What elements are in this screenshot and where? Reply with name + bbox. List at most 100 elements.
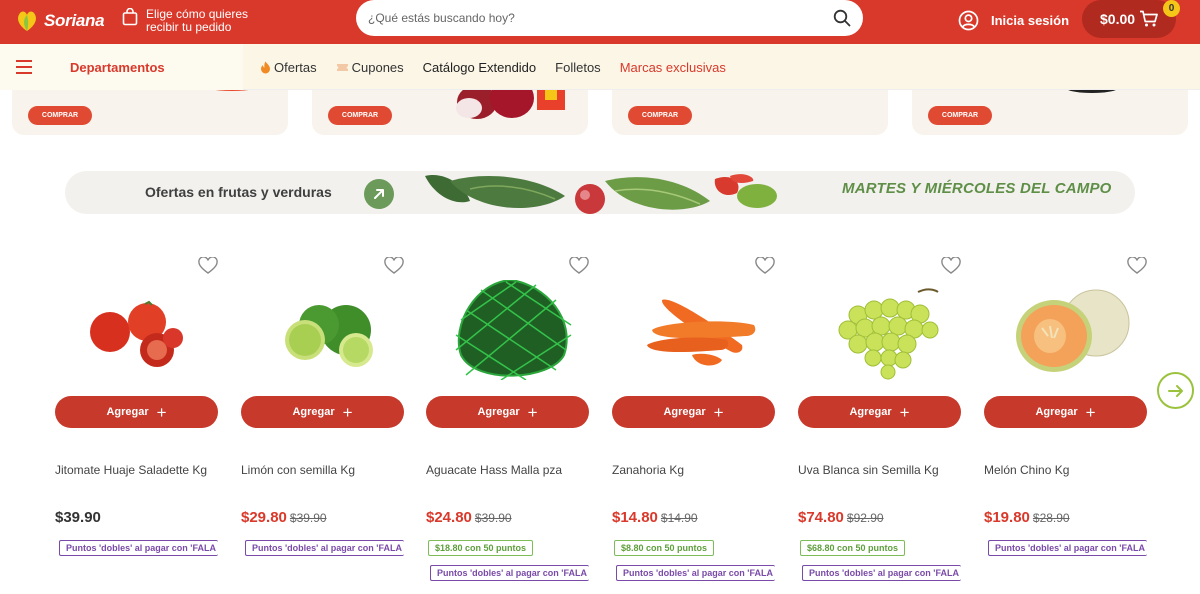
price-row: $29.80 $39.90	[241, 509, 327, 526]
login-button[interactable]: Inicia sesión	[958, 10, 1069, 31]
product-card[interactable]: Agregar + Limón con semilla Kg $29.80 $39…	[241, 250, 404, 594]
nav-link-ofertas-label: Ofertas	[274, 60, 317, 75]
add-to-cart-label: Agregar	[292, 406, 335, 418]
promo-card-image	[215, 90, 249, 91]
coupon-icon	[336, 64, 348, 71]
add-to-cart-label: Agregar	[106, 406, 149, 418]
comprar-button[interactable]: COMPRAR	[328, 106, 392, 125]
arrow-up-right-icon	[374, 189, 384, 199]
add-to-cart-button[interactable]: Agregar +	[55, 396, 218, 428]
soriana-logo-icon	[18, 11, 36, 31]
nav-link-marcas[interactable]: Marcas exclusivas	[620, 60, 726, 75]
nav-link-cupones-label: Cupones	[351, 60, 404, 75]
plus-icon: +	[899, 402, 910, 422]
product-name[interactable]: Melón Chino Kg	[984, 463, 1069, 477]
search-icon[interactable]	[833, 9, 851, 27]
heart-icon[interactable]	[384, 257, 404, 275]
comprar-button[interactable]: COMPRAR	[628, 106, 692, 125]
promo-card[interactable]: COMPRAR	[312, 90, 588, 135]
product-price: $19.80	[984, 509, 1030, 526]
add-to-cart-button[interactable]: Agregar +	[426, 396, 589, 428]
add-to-cart-button[interactable]: Agregar +	[612, 396, 775, 428]
comprar-button[interactable]: COMPRAR	[28, 106, 92, 125]
banner-title: Ofertas en frutas y verduras	[145, 184, 332, 200]
double-points-tag: Puntos 'dobles' al pagar con 'FALA	[988, 540, 1147, 556]
heart-icon[interactable]	[941, 257, 961, 275]
user-icon	[958, 10, 979, 31]
promo-card[interactable]: COMPRAR	[612, 90, 888, 135]
hamburger-menu-icon[interactable]	[16, 60, 32, 74]
price-row: $74.80 $92.90	[798, 509, 884, 526]
plus-icon: +	[156, 402, 167, 422]
departments-menu[interactable]: Departamentos	[0, 44, 243, 90]
nav-link-catalogo[interactable]: Catálogo Extendido	[423, 60, 536, 75]
product-price: $24.80	[426, 509, 472, 526]
carousel-next-button[interactable]	[1157, 372, 1194, 409]
arrow-right-icon	[1167, 384, 1183, 397]
heart-icon[interactable]	[198, 257, 218, 275]
cart-total: $0.00	[1100, 11, 1136, 27]
price-row: $24.80 $39.90	[426, 509, 512, 526]
fire-icon	[261, 61, 270, 74]
product-price: $39.90	[55, 509, 101, 526]
heart-icon[interactable]	[1127, 257, 1147, 275]
double-points-tag: Puntos 'dobles' al pagar con 'FALA	[245, 540, 404, 556]
original-price: $28.90	[1032, 511, 1070, 525]
comprar-button[interactable]: COMPRAR	[928, 106, 992, 125]
promo-card[interactable]: COMPRAR	[12, 90, 288, 135]
plus-icon: +	[713, 402, 724, 422]
product-name[interactable]: Uva Blanca sin Semilla Kg	[798, 463, 939, 477]
cart-icon	[1140, 10, 1158, 27]
double-points-tag: Puntos 'dobles' al pagar con 'FALA	[59, 540, 218, 556]
product-card[interactable]: Agregar + Aguacate Hass Malla pza $24.80 …	[426, 250, 589, 594]
double-points-tag: Puntos 'dobles' al pagar con 'FALA	[802, 565, 961, 581]
price-row: $39.90	[55, 509, 101, 526]
nav-links: Ofertas Cupones Catálogo Extendido Folle…	[260, 60, 726, 75]
price-row: $14.80 $14.90	[612, 509, 698, 526]
product-name[interactable]: Limón con semilla Kg	[241, 463, 355, 477]
login-label: Inicia sesión	[991, 13, 1070, 28]
delivery-line-2: recibir tu pedido	[146, 20, 232, 34]
brand-name: Soriana	[44, 11, 105, 30]
add-to-cart-button[interactable]: Agregar +	[798, 396, 961, 428]
add-to-cart-button[interactable]: Agregar +	[241, 396, 404, 428]
delivery-selector-label: Elige cómo quieres recibir tu pedido	[146, 8, 256, 34]
tomato-image	[90, 300, 183, 367]
delivery-selector[interactable]: Elige cómo quieres recibir tu pedido	[122, 8, 256, 34]
product-card[interactable]: Agregar + Uva Blanca sin Semilla Kg $74.8…	[798, 250, 961, 594]
product-card[interactable]: Agregar + Jitomate Huaje Saladette Kg $39…	[55, 250, 218, 594]
product-name[interactable]: Jitomate Huaje Saladette Kg	[55, 463, 207, 477]
shopping-bag-icon	[122, 8, 138, 26]
product-card[interactable]: Agregar + Zanahoria Kg $14.80 $14.90 $8.8…	[612, 250, 775, 594]
search-input[interactable]	[368, 11, 833, 25]
points-offer-tag: $8.80 con 50 puntos	[614, 540, 715, 556]
fruits-vegetables-banner[interactable]: Ofertas en frutas y verduras MARTES Y MI…	[65, 171, 1135, 214]
cantaloupe-image	[1016, 289, 1130, 372]
nav-link-folletos[interactable]: Folletos	[555, 60, 601, 75]
nav-link-cupones[interactable]: Cupones	[336, 60, 404, 75]
original-price: $14.90	[660, 511, 698, 525]
campaign-label: MARTES Y MIÉRCOLES DEL CAMPO	[842, 180, 1112, 197]
promo-card-image	[1068, 90, 1116, 93]
product-name[interactable]: Zanahoria Kg	[612, 463, 684, 477]
nav-link-ofertas[interactable]: Ofertas	[260, 60, 317, 75]
heart-icon[interactable]	[569, 257, 589, 275]
banner-arrow-button[interactable]	[364, 179, 394, 209]
original-price: $39.90	[474, 511, 512, 525]
product-card[interactable]: Agregar + Melón Chino Kg $19.80 $28.90 Pu…	[984, 250, 1147, 594]
promo-card[interactable]: COMPRAR	[912, 90, 1188, 135]
points-offer-tag: $68.80 con 50 puntos	[800, 540, 906, 556]
search-bar	[356, 0, 863, 36]
plus-icon: +	[1085, 402, 1096, 422]
add-to-cart-button[interactable]: Agregar +	[984, 396, 1147, 428]
product-price: $29.80	[241, 509, 287, 526]
plus-icon: +	[527, 402, 538, 422]
departments-label: Departamentos	[70, 60, 165, 75]
lime-image	[285, 305, 373, 367]
double-points-tag: Puntos 'dobles' al pagar con 'FALA	[430, 565, 589, 581]
cart-button[interactable]: $0.00	[1082, 0, 1176, 38]
soriana-logo[interactable]: Soriana	[14, 9, 105, 33]
heart-icon[interactable]	[755, 257, 775, 275]
product-name[interactable]: Aguacate Hass Malla pza	[426, 463, 562, 477]
double-points-tag: Puntos 'dobles' al pagar con 'FALA	[616, 565, 775, 581]
